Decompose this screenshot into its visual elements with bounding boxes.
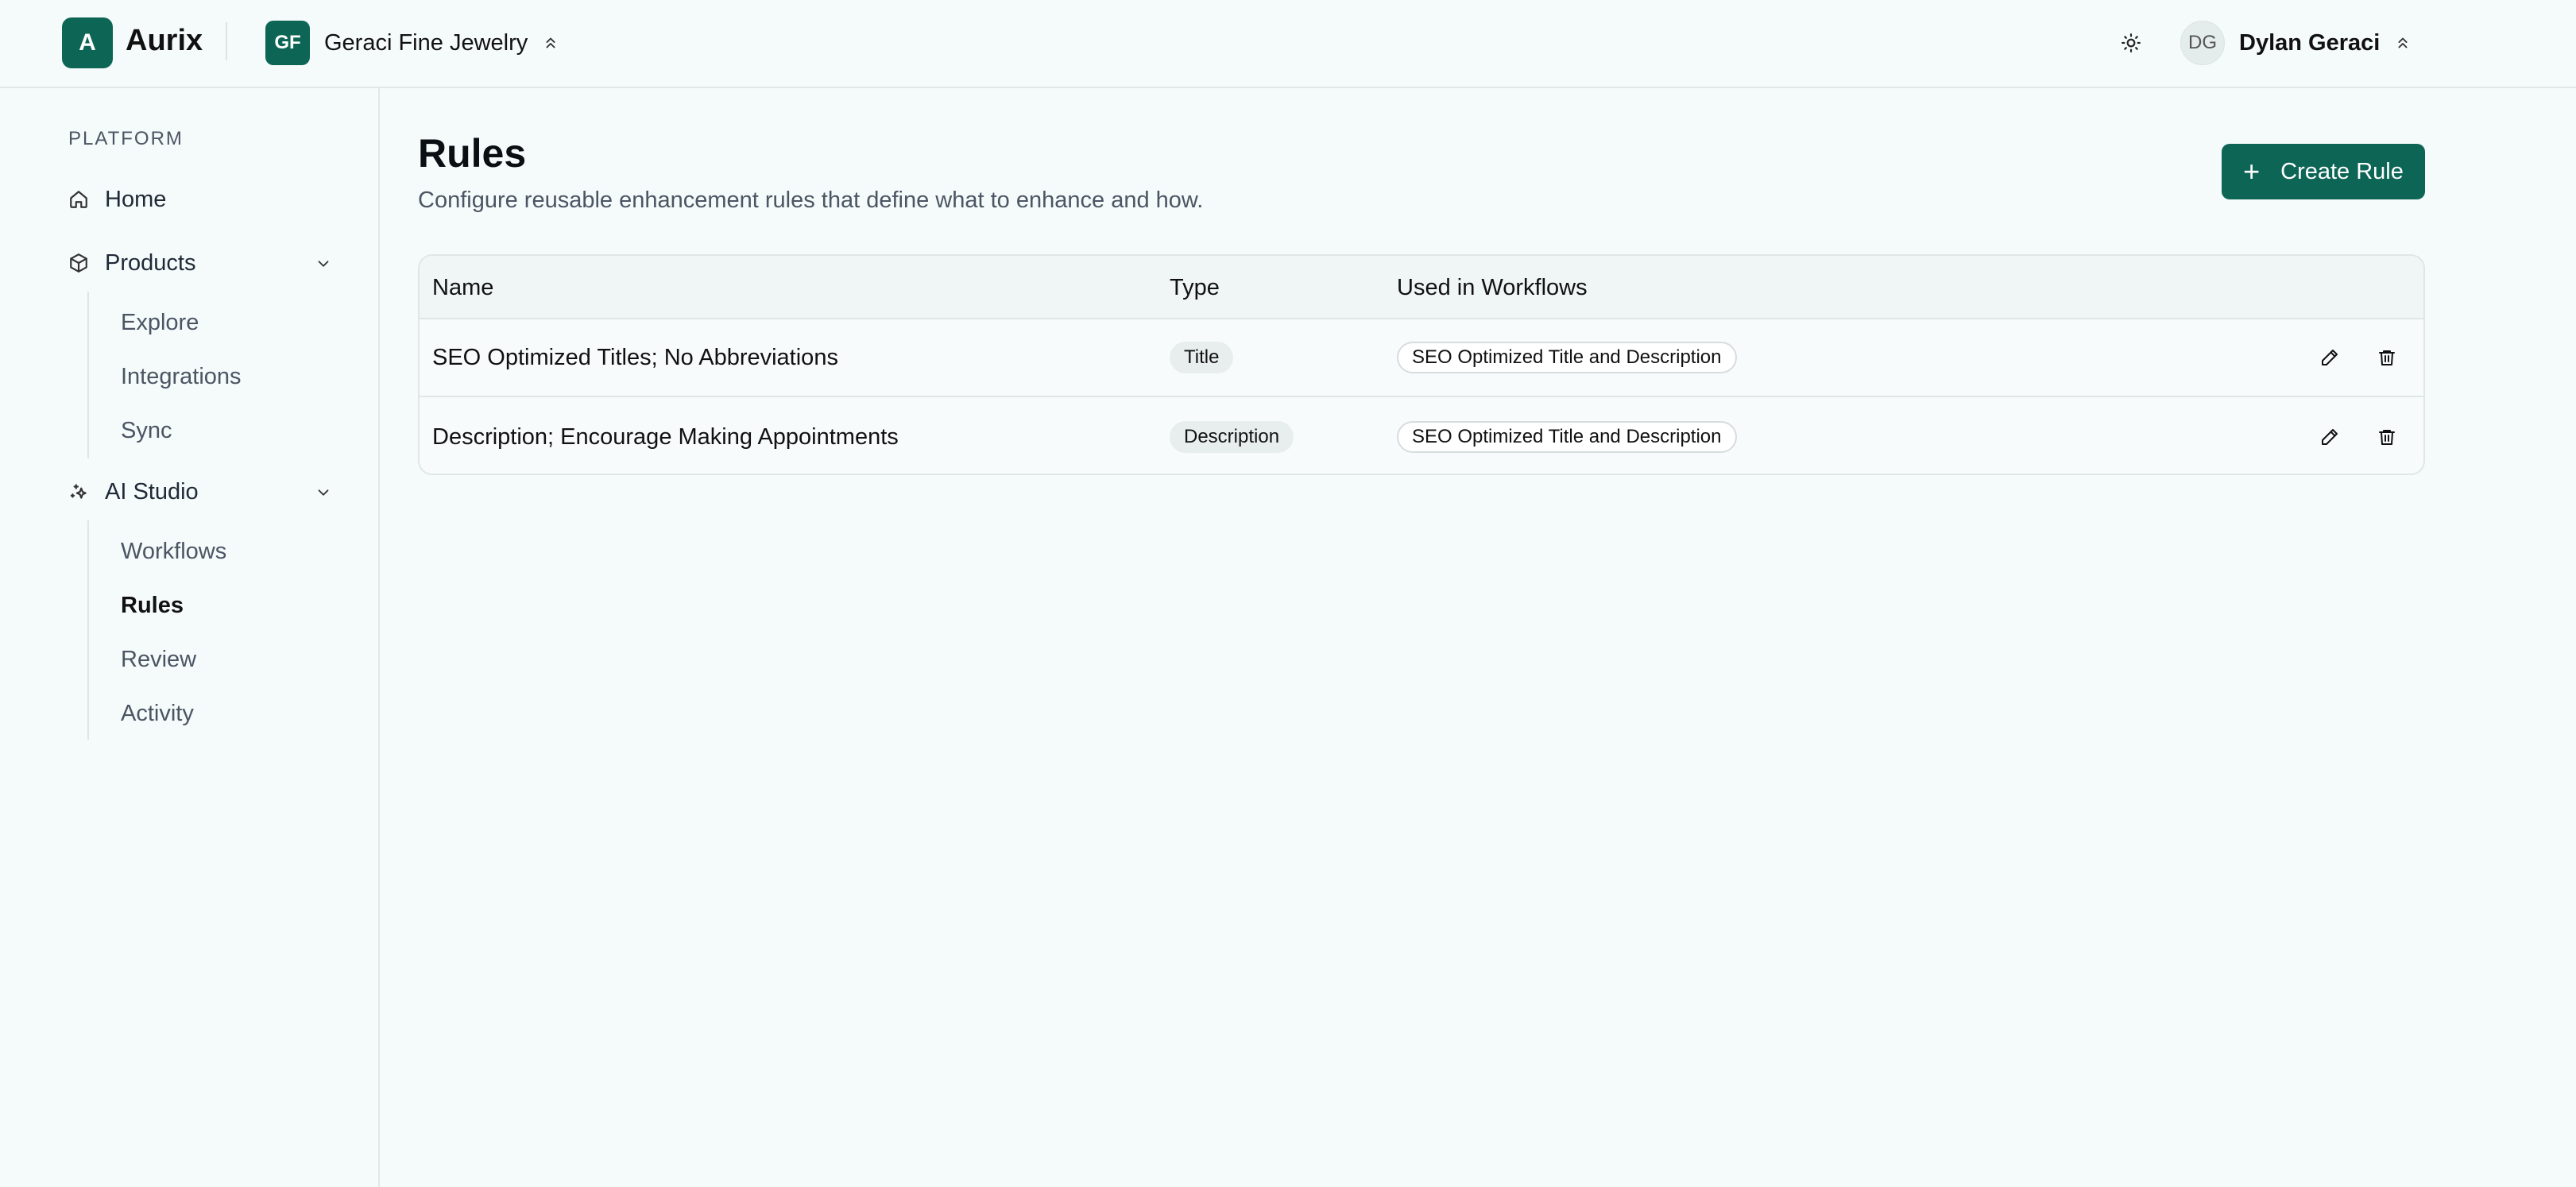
trash-icon	[2379, 430, 2395, 445]
sidebar-item-label: Products	[105, 249, 196, 276]
top-bar: A Aurix GF Geraci Fine Jewelry DG Dylan …	[0, 0, 2576, 88]
sidebar-item-workflows[interactable]: Workflows	[121, 539, 226, 565]
sidebar-item-products[interactable]: Products	[68, 241, 338, 285]
trash-icon	[2379, 350, 2395, 365]
org-switcher[interactable]: GF Geraci Fine Jewelry	[265, 19, 559, 67]
rule-name: Description; Encourage Making Appointmen…	[432, 424, 899, 450]
table-row[interactable]: SEO Optimized Titles; No Abbreviations T…	[420, 319, 2423, 397]
pencil-icon	[2322, 350, 2338, 365]
submenu-rail	[87, 292, 89, 458]
user-menu[interactable]: DG Dylan Geraci	[2180, 19, 2412, 67]
box-icon	[70, 253, 87, 273]
rule-name: SEO Optimized Titles; No Abbreviations	[432, 345, 838, 370]
delete-button[interactable]	[2371, 421, 2403, 453]
org-avatar: GF	[265, 21, 310, 65]
submenu-rail	[87, 520, 89, 740]
sun-icon	[2122, 33, 2141, 52]
column-header-type[interactable]: Type	[1170, 275, 1220, 301]
header-divider	[226, 22, 227, 60]
create-rule-button[interactable]: + Create Rule	[2222, 144, 2425, 199]
user-name: Dylan Geraci	[2239, 29, 2381, 56]
page-title: Rules	[418, 131, 527, 176]
rules-table: Name Type Used in Workflows SEO Optimize…	[418, 254, 2425, 475]
avatar: DG	[2180, 21, 2225, 65]
sidebar-section-label: PLATFORM	[68, 128, 184, 149]
edit-button[interactable]	[2314, 421, 2346, 453]
pencil-icon	[2322, 429, 2338, 445]
edit-button[interactable]	[2314, 342, 2346, 373]
sidebar-item-rules[interactable]: Rules	[121, 593, 184, 619]
column-header-name[interactable]: Name	[432, 275, 493, 301]
sidebar-item-integrations[interactable]: Integrations	[121, 364, 242, 390]
workflow-badge[interactable]: SEO Optimized Title and Description	[1397, 342, 1737, 373]
sidebar-item-label: Home	[105, 186, 167, 212]
org-name: Geraci Fine Jewelry	[324, 29, 528, 56]
sidebar-item-activity[interactable]: Activity	[121, 701, 194, 727]
chevrons-up-icon	[2398, 37, 2408, 48]
sidebar-item-ai-studio[interactable]: AI Studio	[68, 470, 338, 514]
delete-button[interactable]	[2371, 342, 2403, 373]
table-header: Name Type Used in Workflows	[420, 256, 2423, 319]
create-rule-label: Create Rule	[2280, 158, 2404, 184]
home-icon	[70, 191, 87, 208]
app-logo[interactable]: A	[62, 17, 113, 68]
theme-toggle-button[interactable]	[2114, 25, 2149, 60]
sparkles-icon	[70, 484, 87, 499]
plus-icon: +	[2243, 155, 2261, 188]
sidebar-item-explore[interactable]: Explore	[121, 310, 199, 336]
app-name: Aurix	[126, 24, 203, 57]
sidebar-item-home[interactable]: Home	[68, 177, 338, 222]
sidebar-item-sync[interactable]: Sync	[121, 418, 172, 444]
chevrons-up-icon	[546, 37, 555, 48]
chevron-down-icon[interactable]	[315, 484, 332, 501]
rule-type-badge: Title	[1170, 342, 1234, 373]
sidebar-item-label: AI Studio	[105, 478, 199, 505]
workflow-badge[interactable]: SEO Optimized Title and Description	[1397, 421, 1737, 453]
rule-type-badge: Description	[1170, 421, 1294, 453]
sidebar: PLATFORM Home Products Explore Integrati…	[0, 88, 380, 1187]
sidebar-item-review[interactable]: Review	[121, 647, 196, 673]
chevron-down-icon[interactable]	[315, 255, 332, 273]
page-subtitle: Configure reusable enhancement rules tha…	[418, 188, 1204, 213]
table-row[interactable]: Description; Encourage Making Appointmen…	[420, 399, 2423, 474]
column-header-workflows[interactable]: Used in Workflows	[1397, 275, 1588, 301]
